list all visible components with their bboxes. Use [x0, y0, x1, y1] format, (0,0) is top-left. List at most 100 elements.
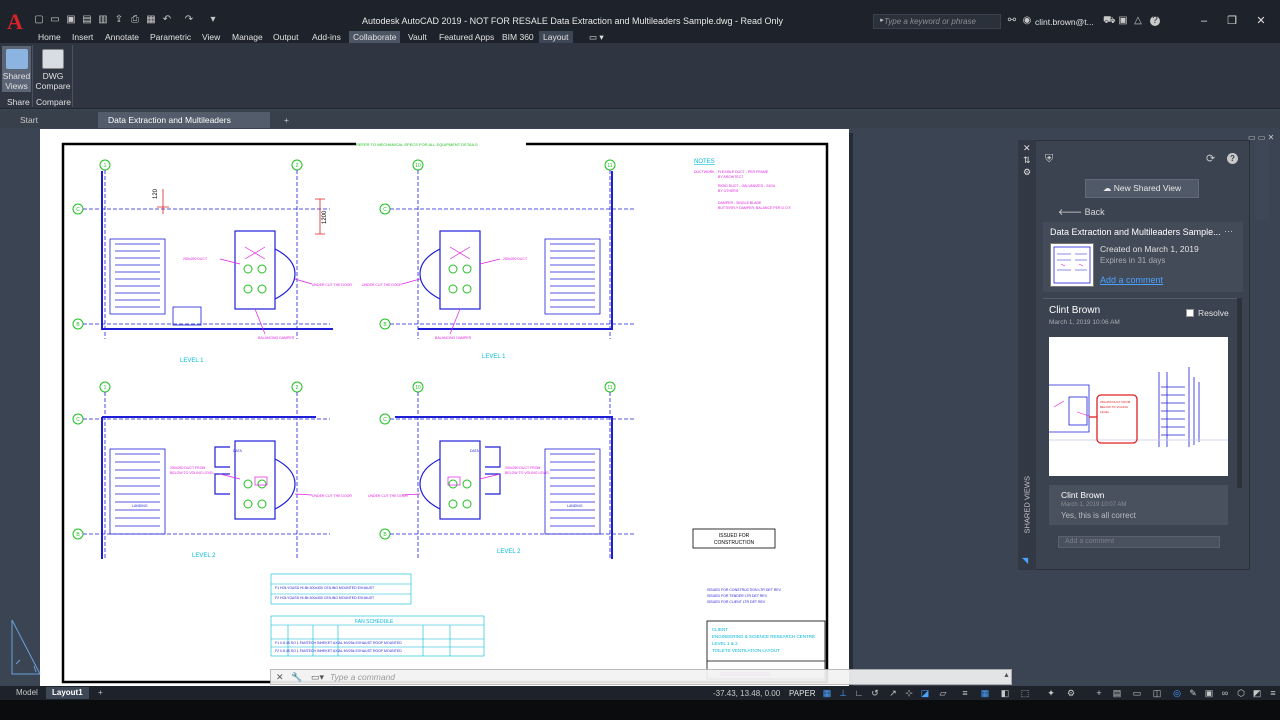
svg-text:UNDER CUT THE DOOR: UNDER CUT THE DOOR	[362, 283, 402, 287]
selection-cycling-icon[interactable]: ▦	[980, 688, 990, 698]
tab-model[interactable]: Model	[10, 687, 44, 699]
properties-icon[interactable]: ▤	[1112, 688, 1122, 698]
share-icon[interactable]: ⇪	[114, 15, 124, 25]
object-snap-tracking-icon[interactable]: ⊹	[904, 688, 914, 698]
navigation-bar[interactable]	[1255, 140, 1269, 220]
redo-icon[interactable]: ↷	[184, 15, 194, 25]
tab-manage[interactable]: Manage	[228, 31, 267, 43]
isolate-objects-icon[interactable]: ◎	[1172, 688, 1182, 698]
paper-space-toggle[interactable]: PAPER	[789, 689, 816, 698]
print-icon[interactable]: ⎙	[130, 15, 140, 25]
tab-collaborate[interactable]: Collaborate	[349, 31, 401, 43]
open-file-icon[interactable]: ▭	[50, 15, 60, 25]
new-tab-button[interactable]: +	[274, 112, 299, 128]
link-icon[interactable]: ∞	[1220, 688, 1230, 698]
transparency-icon[interactable]: ≡	[960, 688, 970, 698]
graphics-performance-icon[interactable]: ▣	[1204, 688, 1214, 698]
screen-border	[0, 700, 1280, 720]
plus-icon[interactable]: +	[1094, 688, 1104, 698]
shared-views-button[interactable]: Shared Views	[2, 46, 31, 92]
tab-parametric[interactable]: Parametric	[146, 31, 195, 43]
add-comment-link[interactable]: Add a comment	[1100, 275, 1163, 285]
tab-add-ins[interactable]: Add-ins	[308, 31, 345, 43]
minimize-button[interactable]: –	[1197, 14, 1211, 28]
tab-featured-apps[interactable]: Featured Apps	[435, 31, 498, 43]
tab-view[interactable]: View	[198, 31, 224, 43]
undo-icon[interactable]: ↶	[162, 15, 172, 25]
recent-commands-icon[interactable]: ▭▾	[311, 672, 324, 683]
help-icon[interactable]: ?	[1150, 16, 1160, 26]
save-as-icon[interactable]: ▤	[82, 15, 92, 25]
tab-layout1[interactable]: Layout1	[46, 687, 89, 699]
customize-icon[interactable]: 🔧	[291, 672, 302, 683]
viewport-scale-icon[interactable]: ▭	[1132, 688, 1142, 698]
close-command-line-icon[interactable]: ✕	[276, 672, 284, 683]
tab-start[interactable]: Start	[10, 112, 48, 128]
customize-qat-icon[interactable]: ▾	[208, 15, 218, 25]
stay-connected-icon[interactable]: △	[1133, 16, 1143, 26]
new-file-icon[interactable]: ▢	[34, 15, 44, 25]
auto-hide-icon[interactable]: ⇅	[1023, 155, 1031, 166]
command-input[interactable]: Type a command	[330, 672, 395, 682]
palette-menu-icon[interactable]: ◥	[1022, 556, 1028, 565]
dwg-compare-button[interactable]: DWG Compare	[35, 46, 71, 92]
tab-annotate[interactable]: Annotate	[101, 31, 143, 43]
ribbon-display-toggle-icon[interactable]: ▭ ▾	[585, 31, 608, 43]
autocad-logo-icon[interactable]: A	[0, 0, 30, 44]
user-account-menu[interactable]: clint.brown@t...	[1035, 17, 1094, 27]
restore-button[interactable]: ❐	[1225, 14, 1239, 28]
binoculars-icon[interactable]: ⚯	[1007, 16, 1017, 26]
tab-output[interactable]: Output	[269, 31, 303, 43]
autodesk-app-store-icon[interactable]: ▣	[1118, 16, 1128, 26]
annotation-monitor-icon[interactable]: ◫	[1152, 688, 1162, 698]
more-options-icon[interactable]: ···	[1224, 226, 1233, 236]
object-snap-icon[interactable]: ◪	[920, 688, 930, 698]
save-icon[interactable]: ▣	[66, 15, 76, 25]
close-palette-icon[interactable]: ✕	[1023, 143, 1031, 154]
clean-screen-icon[interactable]: ⬡	[1236, 688, 1246, 698]
hardware-acceleration-icon[interactable]: ✎	[1188, 688, 1198, 698]
comment-markup-image[interactable]: 250x250 DUCT FROM BELOW TO VOLING LEVEL	[1049, 337, 1228, 476]
cart-icon[interactable]: ⛟	[1103, 16, 1116, 26]
close-button[interactable]: ✕	[1254, 14, 1268, 28]
svg-text:UNDER CUT THE DOOR: UNDER CUT THE DOOR	[312, 283, 352, 287]
tab-layout[interactable]: Layout	[539, 31, 573, 43]
svg-text:F2 HOLYGASS HI-8b 300x300 C: F2 HOLYGASS HI-8b 300x300 CEILING MOUNTE…	[275, 596, 375, 600]
viewport-controls-icon[interactable]: ▭ ▭ ✕	[1248, 133, 1274, 142]
user-icon[interactable]: ◉	[1022, 16, 1032, 26]
isodraft-icon[interactable]: ↗	[888, 688, 898, 698]
divider	[1043, 298, 1237, 299]
reply-input[interactable]: Add a comment	[1058, 536, 1220, 548]
resolve-checkbox[interactable]	[1186, 309, 1194, 317]
snap-icon[interactable]: ⊥	[838, 688, 848, 698]
annotation-icon[interactable]: ✦	[1046, 688, 1056, 698]
tab-bim-360[interactable]: BIM 360	[498, 31, 538, 43]
tab-drawing-document[interactable]: Data Extraction and Multileaders Sample …	[98, 112, 270, 141]
palette-properties-icon[interactable]: ⚙	[1023, 167, 1031, 178]
workspace-switching-icon[interactable]: ⚙	[1066, 688, 1076, 698]
svg-text:FAN SCHEDULE: FAN SCHEDULE	[355, 619, 394, 625]
selection-filter-icon[interactable]: ⬚	[1020, 688, 1030, 698]
dynamic-ucs-icon[interactable]: ◧	[1000, 688, 1010, 698]
back-link[interactable]: 🡐 Back	[1058, 207, 1105, 218]
grid-icon[interactable]: ▦	[822, 688, 832, 698]
refresh-icon[interactable]: ⟳	[1206, 152, 1215, 165]
shared-view-thumbnail[interactable]	[1050, 243, 1094, 287]
status-menu-icon[interactable]: ≡	[1268, 688, 1278, 698]
add-layout-button[interactable]: +	[92, 687, 109, 699]
palette-scrollbar[interactable]	[1237, 298, 1242, 488]
ortho-icon[interactable]: ∟	[854, 688, 864, 698]
customization-icon[interactable]: ◩	[1252, 688, 1262, 698]
tab-vault[interactable]: Vault	[404, 31, 431, 43]
help-icon[interactable]: ?	[1227, 153, 1238, 164]
web-mobile-icon[interactable]: ▥	[98, 15, 108, 25]
plot-icon[interactable]: ▦	[146, 15, 156, 25]
tab-insert[interactable]: Insert	[68, 31, 97, 43]
lineweight-icon[interactable]: ▱	[938, 688, 948, 698]
polar-icon[interactable]: ↺	[870, 688, 880, 698]
command-line-expand-icon[interactable]: ▲	[1003, 672, 1010, 679]
coordinate-readout: -37.43, 13.48, 0.00	[713, 689, 781, 698]
new-shared-view-button[interactable]: ☁ New Shared View	[1085, 179, 1199, 198]
search-input[interactable]: Type a keyword or phrase	[873, 14, 1001, 29]
tab-home[interactable]: Home	[34, 31, 65, 43]
